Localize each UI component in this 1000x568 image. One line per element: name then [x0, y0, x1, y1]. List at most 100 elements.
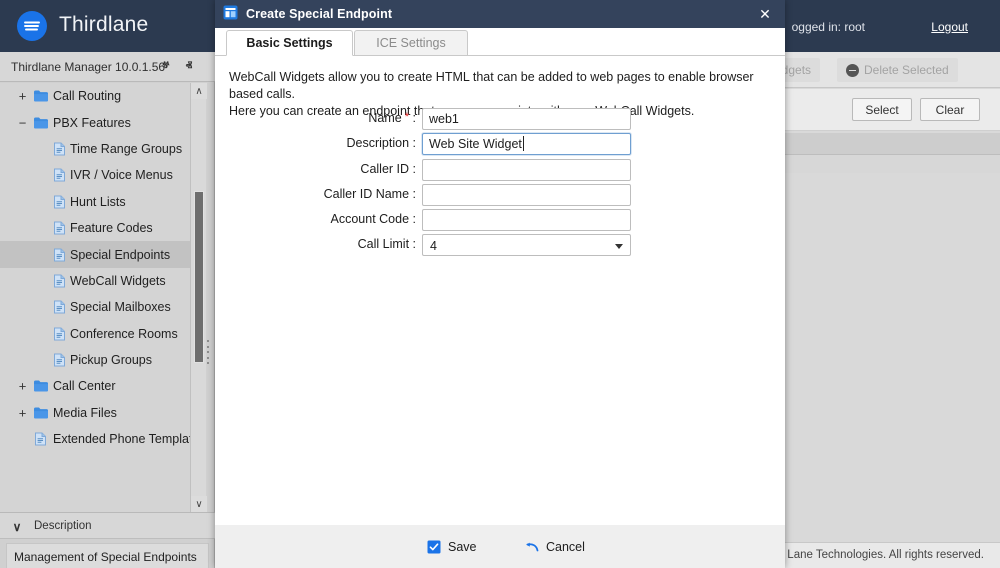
create-special-endpoint-dialog: Create Special Endpoint ✕ Basic Settings… — [215, 0, 785, 568]
tree-scrollbar[interactable]: ∧ ∨ — [190, 83, 207, 512]
document-icon — [54, 221, 65, 235]
sidebar-item-time-range-groups[interactable]: Time Range Groups — [0, 136, 190, 162]
sidebar-item-label: Hunt Lists — [70, 194, 126, 209]
sidebar-item-call-center[interactable]: + Call Center — [0, 373, 190, 399]
document-icon — [54, 353, 65, 367]
document-icon — [54, 195, 65, 209]
form-row-call-limit: Call Limit : 4 — [215, 234, 785, 257]
description-title: Description — [34, 520, 92, 532]
clear-button[interactable]: Clear — [920, 98, 980, 121]
account-code-label: Account Code : — [330, 212, 416, 227]
minus-circle-icon — [846, 63, 859, 77]
sidebar-item-pickup-groups[interactable]: Pickup Groups — [0, 347, 190, 373]
select-button[interactable]: Select — [852, 98, 912, 121]
folder-icon — [34, 90, 48, 102]
expand-icon[interactable]: + — [17, 380, 28, 393]
text-caret — [523, 136, 524, 152]
save-label: Save — [448, 540, 477, 554]
cancel-label: Cancel — [546, 540, 585, 554]
sidebar-item-pbx-features[interactable]: − PBX Features — [0, 109, 190, 135]
dialog-intro-line-1: WebCall Widgets allow you to create HTML… — [229, 70, 754, 101]
sidebar-item-special-endpoints[interactable]: Special Endpoints — [0, 241, 190, 268]
close-icon[interactable]: ✕ — [755, 4, 775, 24]
dialog-title-bar: Create Special Endpoint ✕ — [215, 0, 785, 28]
tab-ice-settings[interactable]: ICE Settings — [354, 30, 468, 56]
sidebar-item-label: Feature Codes — [70, 221, 153, 236]
expand-icon[interactable]: + — [17, 90, 28, 103]
dialog-title: Create Special Endpoint — [246, 7, 393, 21]
logged-in-text: ogged in: root — [791, 20, 865, 34]
undo-arrow-icon — [525, 541, 539, 553]
form-row-name: Name * : — [215, 108, 785, 131]
save-button[interactable]: Save — [427, 537, 477, 557]
sidebar-item-label: Call Center — [53, 379, 116, 394]
form-row-caller-id: Caller ID : — [215, 158, 785, 182]
scroll-up-icon[interactable]: ∧ — [191, 83, 207, 99]
description-section-header[interactable]: ∨ Description — [0, 512, 215, 539]
dialog-tabs: Basic Settings ICE Settings — [215, 28, 785, 56]
collapse-icon[interactable]: − — [17, 116, 28, 129]
sidebar-item-label: IVR / Voice Menus — [70, 168, 173, 183]
sidebar-item-extended-phone-templat[interactable]: Extended Phone Templat... — [0, 426, 190, 452]
chevron-down-icon[interactable]: ∨ — [9, 519, 25, 535]
sidebar-header: Thirdlane Manager 10.0.1.56 ⱍ ⱏ — [0, 52, 215, 82]
sidebar-item-label: Pickup Groups — [70, 353, 152, 368]
scrollbar-thumb[interactable] — [194, 191, 204, 363]
expand-icon[interactable]: + — [17, 406, 28, 419]
sidebar-item-label: Call Routing — [53, 89, 122, 104]
sidebar-item-hunt-lists[interactable]: Hunt Lists — [0, 189, 190, 215]
caller-id-name-input[interactable] — [422, 183, 631, 206]
document-icon — [54, 248, 65, 262]
description-text: Management of Special Endpoints - extern… — [6, 543, 209, 568]
document-icon — [54, 300, 65, 314]
tab-basic-settings[interactable]: Basic Settings — [226, 30, 353, 56]
cancel-button[interactable]: Cancel — [525, 537, 585, 557]
document-icon — [54, 274, 65, 288]
sidebar-item-label: Time Range Groups — [70, 141, 183, 156]
document-icon — [54, 168, 65, 182]
caller-id-input[interactable] — [422, 158, 631, 181]
sidebar-item-feature-codes[interactable]: Feature Codes — [0, 215, 190, 241]
double-chevron-down-icon[interactable]: ⱏ — [180, 57, 198, 75]
navigation-tree: + Call Routing − PBX Features Time Range Gro… — [0, 83, 190, 512]
sidebar-item-conference-rooms[interactable]: Conference Rooms — [0, 321, 190, 347]
double-chevron-up-icon[interactable]: ⱍ — [157, 57, 175, 75]
call-limit-select[interactable]: 4 — [422, 234, 631, 257]
panel-splitter-handle[interactable] — [207, 340, 211, 364]
form-row-description: Description : — [215, 133, 785, 156]
logout-link[interactable]: Logout — [931, 20, 968, 34]
call-limit-value: 4 — [430, 239, 437, 254]
form-row-account-code: Account Code : — [215, 209, 785, 232]
document-icon — [54, 142, 65, 156]
account-code-input[interactable] — [422, 209, 631, 232]
endpoint-form: Name * : Description : Caller ID : Calle… — [215, 108, 785, 260]
description-label: Description : — [346, 136, 416, 151]
delete-selected-button[interactable]: Delete Selected — [837, 58, 958, 82]
chevron-down-icon[interactable] — [615, 244, 623, 250]
delete-selected-label: Delete Selected — [864, 63, 949, 77]
thirdlane-logo-icon — [17, 11, 47, 41]
sidebar-item-webcall-widgets[interactable]: WebCall Widgets — [0, 268, 190, 294]
sidebar-item-label: Special Mailboxes — [70, 300, 171, 315]
copyright-text: ird Lane Technologies. All rights reserv… — [771, 549, 984, 561]
sidebar-item-label: WebCall Widgets — [70, 273, 166, 288]
call-limit-label: Call Limit : — [357, 237, 416, 252]
description-input[interactable] — [422, 133, 631, 156]
sidebar-item-label: Special Endpoints — [70, 247, 171, 262]
folder-icon — [34, 380, 48, 392]
name-input[interactable] — [422, 108, 631, 130]
sidebar-item-label: Conference Rooms — [70, 326, 178, 341]
sidebar-item-media-files[interactable]: + Media Files — [0, 400, 190, 426]
document-icon — [35, 432, 46, 446]
document-icon — [54, 327, 65, 341]
sidebar-item-special-mailboxes[interactable]: Special Mailboxes — [0, 294, 190, 320]
sidebar-item-label: Extended Phone Templat... — [53, 432, 190, 447]
form-row-caller-id-name: Caller ID Name : — [215, 183, 785, 207]
brand-name: Thirdlane — [59, 13, 149, 36]
folder-icon — [34, 407, 48, 419]
sidebar-item-call-routing[interactable]: + Call Routing — [0, 83, 190, 109]
sidebar-item-ivr-voice-menus[interactable]: IVR / Voice Menus — [0, 162, 190, 188]
scroll-down-icon[interactable]: ∨ — [191, 496, 207, 512]
sidebar: Thirdlane Manager 10.0.1.56 ⱍ ⱏ + Call Ro… — [0, 52, 215, 568]
save-checkbox-icon — [427, 540, 441, 554]
